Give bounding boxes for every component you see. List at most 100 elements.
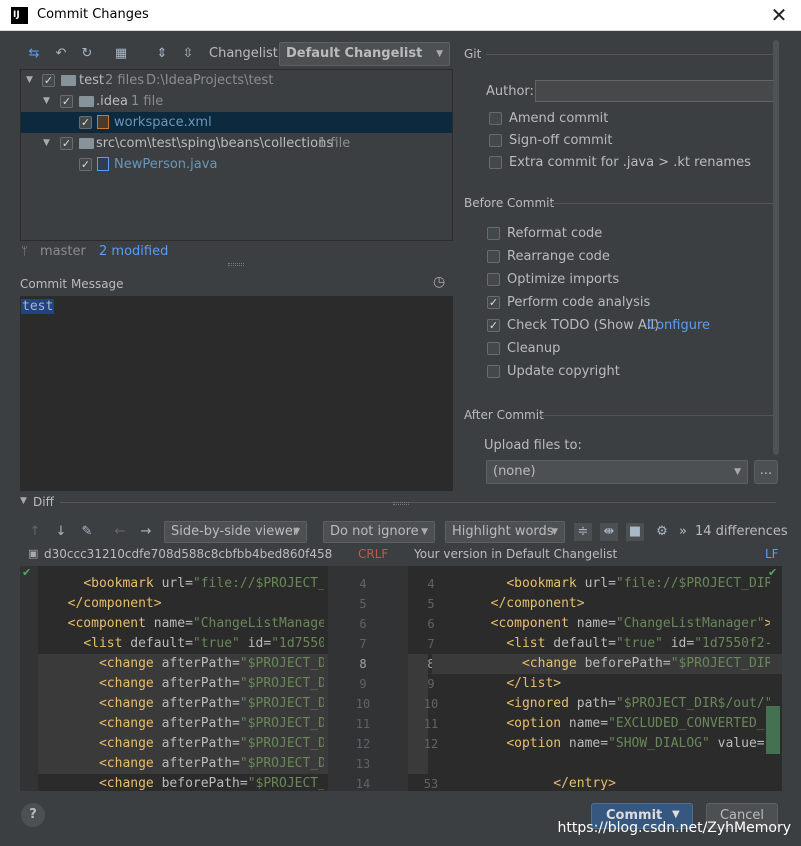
left-line-number: 6 — [359, 617, 367, 631]
root-name: test — [79, 73, 104, 88]
left-line-number: 10 — [355, 697, 371, 711]
branch-icon: ᛘ — [21, 244, 29, 258]
before-commit-title: Before Commit — [464, 196, 555, 210]
left-line-number: 8 — [359, 657, 367, 671]
right-line-number: 9 — [427, 677, 435, 691]
viewer-select[interactable]: Side-by-side viewer ▼ — [164, 521, 307, 543]
right-code-line: <option name="SHOW_DIALOG" value= — [506, 736, 765, 751]
tree-row-workspace[interactable]: ✓ workspace.xml — [21, 112, 452, 133]
java-file-icon — [97, 157, 109, 171]
src-checkbox[interactable]: ✓ — [60, 137, 73, 150]
root-checkbox[interactable]: ✓ — [42, 74, 55, 87]
left-code-line: <change afterPath="$PROJECT_DI — [98, 756, 324, 771]
chevron-down-icon: ▼ — [436, 49, 443, 59]
left-code-line: <change afterPath="$PROJECT_DI — [98, 656, 324, 671]
history-icon[interactable]: ◷ — [433, 274, 445, 290]
close-icon[interactable]: ✕ — [768, 3, 790, 27]
perform-analysis-checkbox[interactable]: ✓ — [487, 296, 500, 309]
git-section-title: Git — [464, 47, 482, 61]
left-code-line: <change afterPath="$PROJECT_DI — [98, 696, 324, 711]
changelist-select[interactable]: Default Changelist ▼ — [279, 42, 450, 66]
signoff-commit-checkbox[interactable] — [489, 134, 502, 147]
workspace-checkbox[interactable]: ✓ — [79, 116, 92, 129]
edit-source-icon[interactable]: ✎ — [78, 523, 96, 541]
rearrange-code-checkbox[interactable] — [487, 250, 500, 263]
expand-arrow-icon[interactable]: ▼ — [26, 70, 33, 91]
gear-icon[interactable]: ⚙ — [653, 523, 671, 541]
commit-message-text: test — [21, 299, 55, 314]
configure-link[interactable]: Configure — [647, 317, 710, 335]
changes-tree: ▼ ✓ test 2 files D:\IdeaProjects\test ▼ … — [20, 69, 453, 241]
splitter-handle[interactable] — [228, 263, 244, 266]
optimize-imports-checkbox[interactable] — [487, 273, 500, 286]
show-diff-icon[interactable]: ⇆ — [25, 45, 43, 63]
tree-row-root[interactable]: ▼ ✓ test 2 files D:\IdeaProjects\test — [21, 70, 452, 91]
sync-scroll-icon[interactable]: ⇼ — [600, 523, 618, 541]
next-file-icon[interactable]: → — [137, 523, 155, 541]
collapse-unchanged-icon[interactable]: ≑ — [574, 523, 592, 541]
help-button[interactable]: ? — [21, 803, 45, 827]
cleanup-checkbox[interactable] — [487, 342, 500, 355]
diff-viewer[interactable]: ✔ <bookmark url="file://$PROJECT_I </com… — [20, 566, 782, 791]
right-line-number: 7 — [427, 637, 435, 651]
folder-icon — [79, 138, 94, 149]
root-path: D:\IdeaProjects\test — [146, 73, 274, 88]
next-diff-icon[interactable]: ↓ — [52, 523, 70, 541]
folder-icon — [61, 75, 76, 86]
commit-options-chevron-icon[interactable]: ▼ — [672, 809, 680, 820]
newperson-checkbox[interactable]: ✓ — [79, 158, 92, 171]
options-scrollbar[interactable] — [773, 40, 779, 455]
right-code-line: </list> — [506, 676, 562, 691]
commit-message-input[interactable] — [20, 296, 453, 491]
extra-commit-checkbox[interactable] — [489, 156, 502, 169]
tree-row-newperson[interactable]: ✓ NewPerson.java — [21, 154, 452, 175]
author-input[interactable] — [535, 80, 775, 102]
diff-section-title: Diff — [33, 495, 54, 509]
right-code-line: <change beforePath="$PROJECT_DIR — [521, 656, 770, 671]
left-line-number: 9 — [359, 677, 367, 691]
whitespace-select[interactable]: Do not ignore ▼ — [323, 521, 435, 543]
tree-row-idea[interactable]: ▼ ✓ .idea 1 file — [21, 91, 452, 112]
rollback-icon[interactable]: ↶ — [52, 45, 70, 63]
lock-small-icon: ▣ — [28, 547, 39, 560]
expand-arrow-icon[interactable]: ▼ — [43, 133, 50, 154]
tree-row-src[interactable]: ▼ ✓ src\com\test\sping\beans\collections… — [21, 133, 452, 154]
right-line-number: 6 — [427, 617, 435, 631]
diff-divider — [60, 502, 776, 503]
author-label: Author: — [486, 84, 534, 99]
idea-name: .idea — [96, 94, 128, 109]
cleanup-label: Cleanup — [507, 341, 561, 356]
right-line-number: 11 — [423, 717, 439, 731]
expand-all-icon[interactable]: ⇕ — [153, 45, 171, 63]
right-code-line: <list default="true" id="1d7550f2- — [506, 636, 770, 651]
refresh-icon[interactable]: ↻ — [78, 45, 96, 63]
previous-diff-icon[interactable]: ↑ — [26, 523, 44, 541]
extra-commit-label: Extra commit for .java > .kt renames — [509, 155, 751, 170]
upload-browse-button[interactable]: ... — [754, 460, 778, 484]
amend-commit-label: Amend commit — [509, 111, 609, 126]
previous-file-icon[interactable]: ← — [111, 523, 129, 541]
upload-select[interactable]: (none) ▼ — [486, 460, 748, 484]
after-commit-divider — [540, 415, 776, 416]
more-icon[interactable]: » — [679, 524, 687, 539]
right-code-line: </entry> — [553, 776, 616, 791]
group-by-icon[interactable]: ▦ — [112, 45, 130, 63]
left-marker-gutter — [20, 566, 38, 791]
workspace-name: workspace.xml — [114, 115, 212, 130]
highlight-select[interactable]: Highlight words ▼ — [445, 521, 565, 543]
chevron-down-icon: ▼ — [551, 527, 558, 537]
lock-icon[interactable]: ■ — [626, 523, 644, 541]
left-code: <bookmark url="file://$PROJECT_I </compo… — [52, 574, 324, 791]
diff-splitter-handle[interactable] — [393, 502, 409, 505]
expand-arrow-icon[interactable]: ▼ — [43, 91, 50, 112]
modified-link[interactable]: 2 modified — [99, 244, 168, 259]
left-eol: CRLF — [358, 547, 389, 561]
reformat-code-checkbox[interactable] — [487, 227, 500, 240]
check-todo-checkbox[interactable]: ✓ — [487, 319, 500, 332]
collapse-all-icon[interactable]: ⇳ — [179, 45, 197, 63]
left-line-number: 4 — [359, 577, 367, 591]
update-copyright-checkbox[interactable] — [487, 365, 500, 378]
idea-checkbox[interactable]: ✓ — [60, 95, 73, 108]
amend-commit-checkbox[interactable] — [489, 112, 502, 125]
collapse-diff-icon[interactable]: ▼ — [20, 496, 27, 506]
